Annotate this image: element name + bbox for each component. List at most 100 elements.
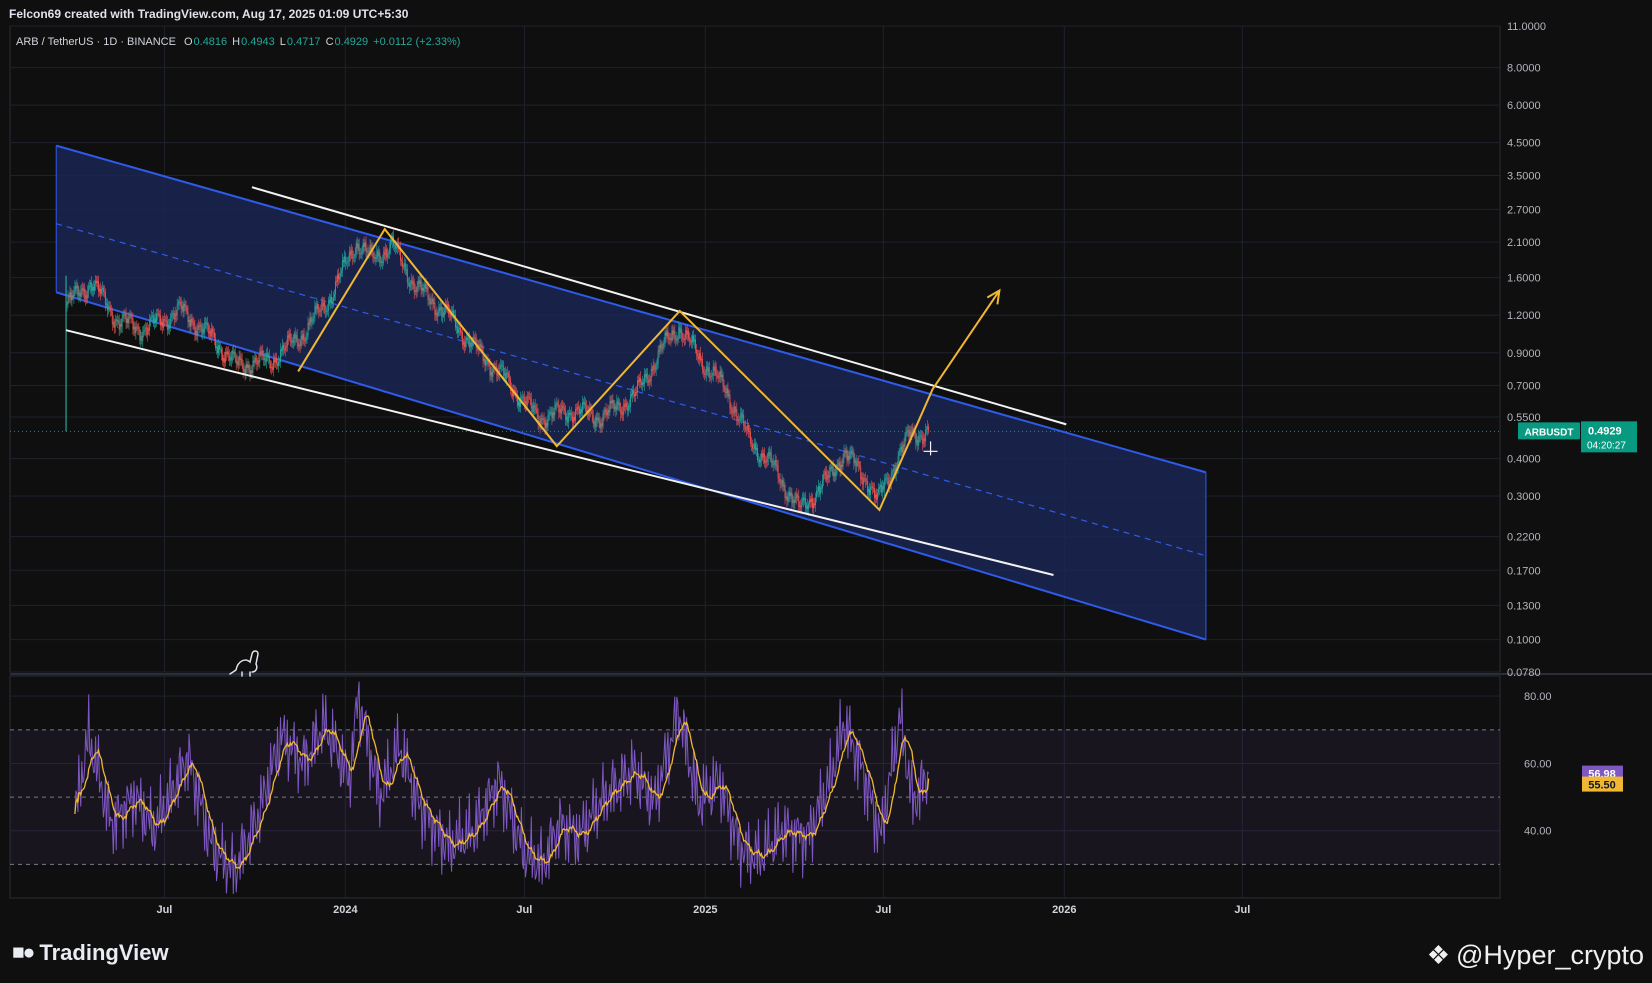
- candle-body: [543, 418, 545, 420]
- candle-body: [362, 243, 364, 252]
- candle-body: [789, 492, 791, 496]
- candle-body: [843, 451, 845, 457]
- legend-low-label: L: [280, 36, 286, 48]
- candle-body: [901, 446, 903, 453]
- candle-body: [347, 260, 349, 263]
- candle-body: [163, 319, 165, 320]
- candle-body: [335, 281, 336, 294]
- candle-body: [204, 322, 206, 333]
- candle-body: [262, 350, 264, 356]
- candle-body: [207, 322, 209, 326]
- candle-body: [238, 356, 240, 366]
- candle-body: [463, 341, 465, 347]
- candle-body: [297, 342, 299, 347]
- candle-body: [176, 304, 178, 316]
- chart-canvas[interactable]: 11.0000 8.0000 6.0000 4.5000 3.5000 2.7000 2.1…: [0, 0, 1652, 983]
- candle-body: [112, 321, 114, 325]
- candle-body: [161, 321, 163, 328]
- candle-body: [756, 447, 757, 451]
- price-axis-tick-label: 0.2200: [1507, 532, 1541, 544]
- candle-body: [591, 410, 593, 416]
- candle-body: [135, 326, 137, 334]
- candle-body: [845, 450, 847, 453]
- candle-body: [154, 318, 156, 324]
- rsi-pane[interactable]: [10, 681, 1500, 895]
- candle-body: [170, 316, 172, 318]
- candle-body: [602, 413, 604, 427]
- candle-body: [81, 287, 83, 292]
- candle-body: [606, 411, 608, 416]
- candle-body: [152, 315, 154, 317]
- candle-body: [905, 432, 907, 435]
- candle-body: [132, 318, 134, 330]
- candle-body: [191, 319, 193, 323]
- candle-body: [473, 337, 475, 340]
- candle-body: [693, 335, 694, 342]
- candle-body: [561, 405, 563, 414]
- candle-body: [352, 257, 354, 259]
- candle-body: [206, 322, 208, 325]
- candle-body: [166, 320, 168, 330]
- candle-body: [381, 261, 383, 264]
- candle-body: [256, 361, 258, 365]
- candle-body: [464, 340, 466, 347]
- candle-body: [752, 444, 753, 449]
- candle-body: [165, 319, 167, 321]
- candle-body: [742, 414, 744, 418]
- candle-body: [641, 382, 643, 386]
- candle-body: [868, 489, 870, 493]
- descending-channel[interactable]: [55, 144, 1207, 641]
- candle-body: [709, 376, 711, 378]
- candle-body: [826, 475, 828, 480]
- candle-body: [349, 251, 351, 256]
- candle-body: [560, 408, 562, 414]
- channel-middle-line[interactable]: [56, 223, 1207, 557]
- candle-body: [71, 295, 73, 301]
- candle-body: [281, 345, 283, 352]
- candle-body: [344, 256, 346, 264]
- candle-body: [781, 480, 783, 484]
- candle-body: [188, 319, 190, 322]
- candle-body: [468, 337, 470, 348]
- candle-body: [545, 422, 547, 429]
- candle-body: [795, 494, 797, 499]
- candle-body: [747, 425, 749, 430]
- candle-body: [69, 292, 71, 298]
- candle-body: [614, 406, 616, 410]
- candle-body: [726, 388, 728, 394]
- candle-body: [180, 301, 182, 310]
- candle-body: [469, 343, 471, 348]
- channel-fill: [56, 145, 1206, 640]
- candle-body: [546, 422, 548, 427]
- candle-body: [459, 328, 461, 333]
- candle-body: [632, 390, 634, 396]
- tradingview-logo-icon: ■●: [12, 941, 35, 964]
- candle-body: [402, 266, 404, 268]
- candle-body: [634, 393, 635, 397]
- candle-body: [221, 353, 223, 362]
- candle-body: [299, 344, 301, 347]
- candle-body: [282, 345, 284, 350]
- candle-body: [917, 439, 919, 446]
- candle-body: [346, 262, 348, 263]
- tradingview-brand[interactable]: ■● TradingView: [12, 940, 169, 966]
- candle-body: [924, 438, 926, 442]
- candle-body: [210, 330, 212, 337]
- candle-body: [129, 315, 131, 317]
- candle-body: [389, 248, 391, 254]
- candle-body: [121, 318, 123, 327]
- candle-body: [177, 303, 179, 305]
- candle-body: [326, 310, 328, 312]
- candle-body: [876, 492, 878, 500]
- candle-body: [654, 369, 656, 371]
- candle-body: [249, 369, 251, 375]
- candle-body: [334, 293, 336, 298]
- candle-body: [702, 369, 704, 373]
- candle-body: [265, 358, 267, 362]
- candle-body: [224, 351, 226, 363]
- candle-body: [462, 341, 464, 345]
- candle-body: [306, 335, 308, 337]
- candle-body: [184, 303, 186, 307]
- candle-body: [502, 365, 504, 367]
- candle-body: [481, 347, 483, 349]
